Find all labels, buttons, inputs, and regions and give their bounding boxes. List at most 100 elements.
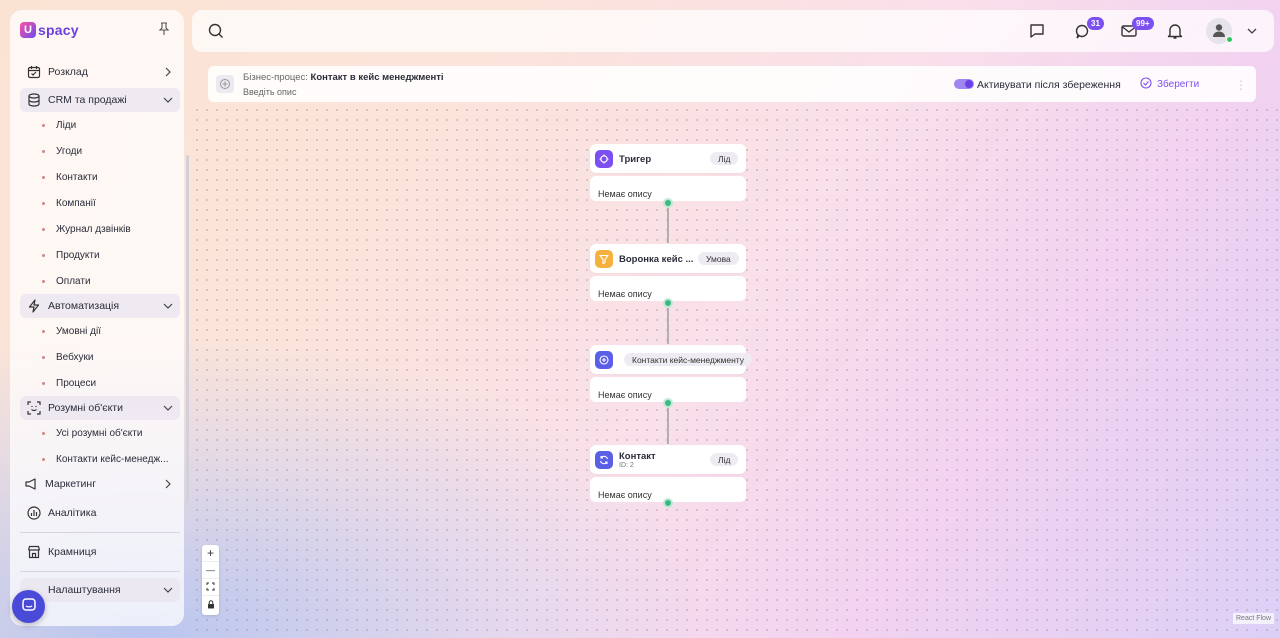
react-flow-attribution[interactable]: React Flow (1233, 613, 1275, 624)
filter-icon (595, 250, 613, 268)
sidebar-item-label: Налаштування (48, 584, 121, 596)
search-icon[interactable] (208, 23, 224, 39)
scan-face-icon (26, 400, 42, 416)
sidebar-item-label: Крамниця (48, 546, 97, 558)
database-icon (26, 92, 42, 108)
flow-node-smart-object[interactable]: Контакти кейс-менеджменту Немає опису (590, 345, 753, 402)
process-icon (216, 75, 234, 93)
trigger-icon (595, 150, 613, 168)
megaphone-icon (23, 476, 39, 492)
sidebar-item-call-log[interactable]: Журнал дзвінків (20, 216, 180, 242)
bell-icon[interactable] (1166, 22, 1184, 40)
sidebar-item-conditional-actions[interactable]: Умовні дії (20, 318, 180, 344)
avatar[interactable] (1206, 18, 1233, 44)
sidebar-item-leads[interactable]: Ліди (20, 112, 180, 138)
lightning-icon (26, 298, 42, 314)
sidebar-item-webhooks[interactable]: Вебхуки (20, 344, 180, 370)
node-header[interactable]: Воронка кейс ... Умова (590, 244, 746, 273)
flow-edge (667, 203, 669, 243)
node-header[interactable]: Контакт ID: 2 Лід (590, 445, 746, 474)
sidebar-item-contacts[interactable]: Контакти (20, 164, 180, 190)
node-handle[interactable] (663, 198, 673, 208)
flow-node-trigger[interactable]: Тригер Лід Немає опису (590, 144, 746, 201)
logo-text: spacy (38, 22, 79, 38)
sidebar-item-label: Автоматизація (48, 300, 120, 312)
chat-icon (21, 597, 37, 616)
sidebar-item-label: Розумні об'єкти (48, 402, 123, 414)
more-options-icon[interactable]: ⋮ (1235, 78, 1247, 92)
chevron-right-icon (162, 478, 174, 490)
node-handle[interactable] (663, 398, 673, 408)
chevron-down-icon[interactable] (1246, 25, 1258, 37)
mail-badge: 99+ (1132, 17, 1154, 30)
node-tag: Контакти кейс-менеджменту (624, 353, 753, 366)
sidebar-scrollbar[interactable] (186, 155, 189, 503)
logo[interactable]: U spacy (20, 22, 79, 38)
sidebar-item-schedule[interactable]: Розклад (20, 60, 180, 84)
zoom-in-button[interactable]: + (202, 545, 219, 562)
sidebar-item-analytics[interactable]: Аналітика (20, 500, 180, 526)
sidebar-item-smart-objects[interactable]: Розумні об'єкти (20, 396, 180, 420)
sidebar-item-label: Розклад (48, 66, 88, 78)
activate-toggle[interactable] (954, 79, 974, 89)
zoom-out-button[interactable]: — (202, 562, 219, 579)
sidebar-item-crm[interactable]: CRM та продажі (20, 88, 180, 112)
sidebar-item-payments[interactable]: Оплати (20, 268, 180, 294)
lock-icon (207, 598, 215, 612)
node-title: Воронка кейс ... (619, 254, 694, 265)
add-circle-icon (595, 351, 613, 369)
sidebar-item-products[interactable]: Продукти (20, 242, 180, 268)
sidebar-item-processes[interactable]: Процеси (20, 370, 180, 396)
sidebar-divider (20, 532, 180, 533)
sidebar-item-automation[interactable]: Автоматизація (20, 294, 180, 318)
chevron-right-icon (162, 66, 174, 78)
flow-edge (667, 404, 669, 444)
node-title: Тригер (619, 154, 652, 165)
sidebar-item-marketing[interactable]: Маркетинг (20, 472, 180, 496)
flow-controls: + — (202, 545, 219, 615)
flow-node-condition[interactable]: Воронка кейс ... Умова Немає опису (590, 244, 746, 301)
sidebar-nav: Розклад CRM та продажі Ліди Угоди Контак… (20, 60, 180, 602)
node-tag: Лід (710, 152, 739, 165)
chevron-down-icon (162, 300, 174, 312)
node-title: Контакт (619, 451, 656, 462)
online-status-indicator (1226, 36, 1233, 43)
sidebar-item-companies[interactable]: Компанії (20, 190, 180, 216)
node-handle[interactable] (663, 298, 673, 308)
sidebar-item-settings[interactable]: Налаштування (20, 578, 180, 602)
sidebar-item-all-smart-objects[interactable]: Усі розумні об'єкти (20, 420, 180, 446)
node-tag: Лід (710, 453, 739, 466)
top-bar: 31 99+ (192, 10, 1274, 52)
logo-mark: U (20, 22, 36, 38)
node-header[interactable]: Контакти кейс-менеджменту (590, 345, 753, 374)
sidebar-item-label: Маркетинг (45, 478, 97, 490)
fit-view-icon (206, 580, 215, 594)
node-handle[interactable] (663, 498, 673, 508)
store-icon (26, 544, 42, 560)
activate-label: Активувати після збереження (977, 79, 1121, 91)
check-circle-icon (1140, 77, 1152, 92)
chevron-down-icon (162, 402, 174, 414)
node-tag: Умова (698, 252, 739, 265)
save-button[interactable]: Зберегти (1140, 77, 1199, 92)
chevron-down-icon (162, 94, 174, 106)
process-header: Бізнес-процес: Контакт в кейс менеджмент… (208, 66, 1256, 102)
chats-badge: 31 (1087, 17, 1104, 30)
process-title[interactable]: Бізнес-процес: Контакт в кейс менеджмент… (243, 72, 444, 83)
node-header[interactable]: Тригер Лід (590, 144, 746, 173)
fit-view-button[interactable] (202, 579, 219, 596)
sidebar-divider (20, 571, 180, 572)
process-description-input[interactable]: Введіть опис (243, 87, 296, 97)
flow-node-contact[interactable]: Контакт ID: 2 Лід Немає опису (590, 445, 746, 502)
support-chat-button[interactable] (12, 590, 45, 623)
sidebar-item-case-manager-contacts[interactable]: Контакти кейс-менедж... (20, 446, 180, 472)
lock-button[interactable] (202, 596, 219, 613)
sidebar: U spacy Розклад CRM та продажі Ліди Угод… (10, 10, 189, 626)
pin-icon[interactable] (158, 22, 170, 36)
sidebar-item-deals[interactable]: Угоди (20, 138, 180, 164)
message-icon[interactable] (1028, 22, 1046, 40)
sidebar-item-label: Аналітика (48, 507, 97, 519)
user-icon (1211, 22, 1227, 41)
sidebar-item-store[interactable]: Крамниця (20, 539, 180, 565)
calendar-icon (26, 64, 42, 80)
